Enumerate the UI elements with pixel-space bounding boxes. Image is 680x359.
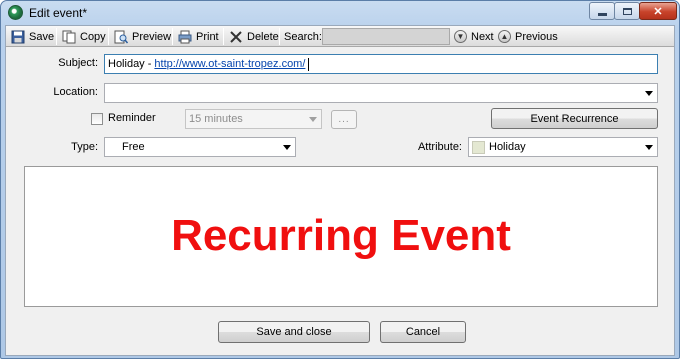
- chevron-up-circle-icon: ▲: [498, 30, 511, 43]
- type-dropdown[interactable]: Free: [104, 137, 296, 157]
- reminder-value: 15 minutes: [189, 113, 243, 125]
- cancel-button[interactable]: Cancel: [380, 321, 466, 343]
- type-value: Free: [122, 141, 145, 153]
- toolbar-separator: [56, 28, 57, 45]
- maximize-button[interactable]: [614, 2, 640, 20]
- edit-event-window: Edit event* ✕ Save Copy Preview Print De…: [0, 0, 680, 359]
- toolbar-separator: [223, 28, 224, 45]
- dropdown-arrow-icon: [283, 145, 291, 150]
- print-toolbar-label: Print: [196, 30, 219, 43]
- next-button[interactable]: ▼ Next: [451, 27, 497, 46]
- copy-toolbar-label: Copy: [80, 30, 106, 43]
- save-and-close-button[interactable]: Save and close: [218, 321, 370, 343]
- window-title: Edit event*: [29, 6, 88, 20]
- previous-button[interactable]: ▲ Previous: [495, 27, 561, 46]
- dropdown-arrow-icon: [309, 117, 317, 122]
- printer-icon: [178, 30, 192, 44]
- delete-toolbar-button[interactable]: Delete: [226, 27, 282, 46]
- preview-toolbar-label: Preview: [132, 30, 172, 43]
- print-toolbar-button[interactable]: Print: [175, 27, 222, 46]
- type-label: Type:: [71, 141, 98, 153]
- description-area[interactable]: Recurring Event: [24, 166, 658, 307]
- attribute-label: Attribute:: [417, 141, 462, 153]
- floppy-disk-icon: [11, 30, 25, 44]
- attribute-value: Holiday: [489, 141, 526, 153]
- attribute-color-swatch: [472, 140, 485, 154]
- attribute-dropdown[interactable]: Holiday: [468, 137, 658, 157]
- save-toolbar-label: Save: [29, 30, 55, 43]
- search-label: Search:: [281, 27, 325, 46]
- dropdown-arrow-icon: [645, 145, 653, 150]
- app-icon: [8, 5, 23, 20]
- location-field[interactable]: [104, 83, 658, 103]
- location-label: Location:: [53, 86, 98, 98]
- dropdown-arrow-icon: [645, 91, 653, 96]
- copy-toolbar-button[interactable]: Copy: [59, 27, 109, 46]
- toolbar-separator: [279, 28, 280, 45]
- subject-field[interactable]: Holiday - http://www.ot-saint-tropez.com…: [104, 54, 658, 74]
- title-bar[interactable]: Edit event* ✕: [1, 1, 679, 25]
- toolbar-separator: [108, 28, 109, 45]
- preview-icon: [114, 30, 129, 44]
- copy-icon: [62, 30, 76, 44]
- reminder-checkbox[interactable]: [91, 113, 103, 125]
- maximize-icon: [622, 7, 632, 15]
- subject-link[interactable]: http://www.ot-saint-tropez.com/: [154, 58, 305, 70]
- text-cursor: [308, 57, 310, 71]
- minimize-icon: [597, 12, 607, 16]
- chevron-down-circle-icon: ▼: [454, 30, 467, 43]
- preview-toolbar-button[interactable]: Preview: [111, 27, 174, 46]
- delete-x-icon: [229, 30, 243, 44]
- reminder-label: Reminder: [108, 112, 156, 124]
- save-toolbar-button[interactable]: Save: [8, 27, 57, 46]
- search-input[interactable]: [322, 28, 450, 45]
- reminder-dropdown[interactable]: 15 minutes: [185, 109, 322, 129]
- close-icon: ✕: [653, 5, 663, 18]
- toolbar-separator: [172, 28, 173, 45]
- recurring-event-text: Recurring Event: [171, 211, 511, 260]
- previous-label: Previous: [515, 30, 558, 43]
- search-label-text: Search:: [284, 30, 322, 43]
- subject-text: Holiday -: [108, 58, 152, 70]
- delete-toolbar-label: Delete: [247, 30, 279, 43]
- reminder-options-button[interactable]: ...: [331, 110, 357, 129]
- close-button[interactable]: ✕: [639, 2, 677, 20]
- next-label: Next: [471, 30, 494, 43]
- event-recurrence-button[interactable]: Event Recurrence: [491, 108, 658, 129]
- dialog-client-area: Save Copy Preview Print Delete Search: ▼…: [5, 25, 675, 356]
- subject-label: Subject:: [58, 57, 98, 69]
- toolbar: Save Copy Preview Print Delete Search: ▼…: [6, 26, 674, 47]
- minimize-button[interactable]: [589, 2, 615, 20]
